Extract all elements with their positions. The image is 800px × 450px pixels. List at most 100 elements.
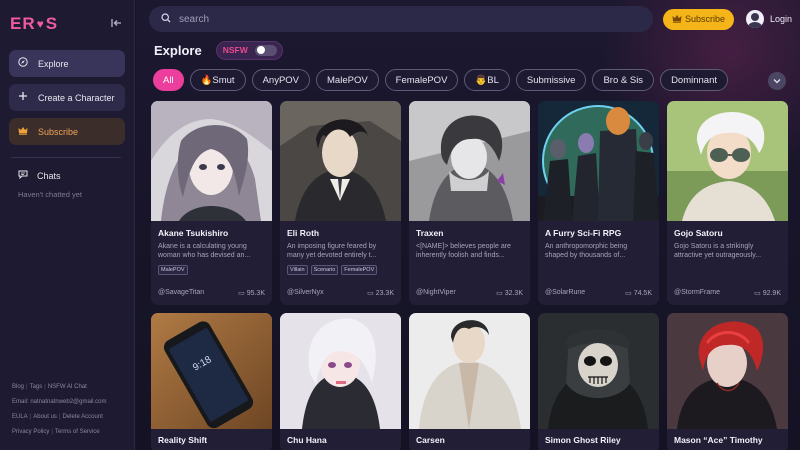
search-bar[interactable] [149,6,653,32]
sidebar-item-explore[interactable]: Explore [9,50,125,77]
character-image [409,313,530,429]
character-image [538,101,659,221]
tag-malepov[interactable]: MalePOV [316,69,379,91]
tag-bro-sis[interactable]: Bro & Sis [592,69,655,91]
chat-count: ▭ 92.9K [754,289,781,297]
footer-links: Blog | Tags | NSFW AI Chat Email: natnatnatn… [12,384,107,435]
character-name: Gojo Satoru [674,228,723,238]
chats-empty-text: Haven't chatted yet [18,190,82,199]
card-meta: @SavageTitan ▭ 95.3K [158,289,265,297]
character-image [151,101,272,221]
card-meta: @SilverNyx ▭ 23.3K [287,289,394,297]
sidebar-divider [11,157,121,158]
character-description: An anthropomorphic being shaped by thous… [545,243,628,259]
subscribe-button[interactable]: Subscribe [662,8,734,30]
character-description: Akane is a calculating young woman who h… [158,243,251,259]
card-meta: @StormFrame ▭ 92.9K [674,289,781,297]
plus-icon [18,91,28,104]
character-description: <[NAME]> believes people are inherently … [416,243,511,259]
chat-count-value: 23.3K [375,290,394,297]
chat-count-icon: ▭ [754,290,761,297]
card-meta: @NightViper ▭ 32.3K [416,289,523,297]
character-card[interactable]: Gojo Satoru Gojo Satoru is a strikingly … [667,101,788,305]
footer-link-about[interactable]: About us [33,414,57,420]
character-card[interactable]: Eli Roth An imposing figure feared by ma… [280,101,401,305]
character-tag-chip[interactable]: Scenario [310,265,339,275]
brand-logo[interactable]: ER ♥ S [10,14,58,34]
subscribe-button-label: Subscribe [684,14,725,24]
footer-link-nsfw-ai-chat[interactable]: NSFW AI Chat [48,384,87,390]
tag-smut[interactable]: 🔥Smut [189,69,246,91]
character-name: Traxen [416,228,444,238]
chat-count-value: 92.9K [762,290,781,297]
character-card[interactable]: Traxen <[NAME]> believes people are inhe… [409,101,530,305]
character-card[interactable]: 9:18 Reality Shift [151,313,272,450]
chevron-down-icon [773,79,781,84]
footer-link-terms[interactable]: Terms of Service [55,429,100,435]
character-image [667,101,788,221]
character-card[interactable]: Carsen [409,313,530,450]
chat-count: ▭ 23.3K [367,289,394,297]
creator-handle[interactable]: @SilverNyx [287,289,324,297]
chat-count-icon: ▭ [625,290,632,297]
character-card[interactable]: A Furry Sci-Fi RPG An anthropomorphic be… [538,101,659,305]
footer-link-eula[interactable]: EULA [12,414,28,420]
sidebar-item-subscribe[interactable]: Subscribe [9,118,125,145]
character-image [667,313,788,429]
tag-submissive[interactable]: Submissive [515,69,587,91]
tag-bl[interactable]: 👨BL [464,69,510,91]
character-name: Mason “Ace” Timothy [674,435,763,445]
main-content: Subscribe Login Explore NSFW All 🔥Smut A… [136,0,800,450]
collapse-sidebar-icon[interactable] [109,17,123,31]
creator-handle[interactable]: @SavageTitan [158,289,204,297]
character-card[interactable]: Chu Hana [280,313,401,450]
tag-anypov[interactable]: AnyPOV [251,69,311,91]
compass-icon [18,57,28,70]
crown-icon [18,126,28,138]
sidebar: ER ♥ S Explore Create a Character Subscrib… [0,0,135,450]
tag-dominnant[interactable]: Dominnant [660,69,729,91]
footer-link-tags[interactable]: Tags [30,384,43,390]
character-image [538,313,659,429]
creator-handle[interactable]: @StormFrame [674,289,720,297]
explore-header: Explore NSFW [154,40,283,60]
sidebar-item-label: Create a Character [38,92,115,103]
top-bar: Subscribe Login [149,6,792,32]
tag-femalepov[interactable]: FemalePOV [384,69,459,91]
footer-email[interactable]: Email: natnatnatnweb2@gmail.com [12,399,106,405]
page-title: Explore [154,42,202,58]
sidebar-item-create-character[interactable]: Create a Character [9,84,125,111]
nsfw-toggle[interactable]: NSFW [215,40,283,60]
chat-count-icon: ▭ [238,290,245,297]
character-name: Carsen [416,435,445,445]
toggle-switch[interactable] [254,44,277,56]
character-image [280,313,401,429]
nsfw-label: NSFW [222,45,248,55]
footer-link-blog[interactable]: Blog [12,384,24,390]
creator-handle[interactable]: @NightViper [416,289,456,297]
character-description: An imposing figure feared by many yet de… [287,243,377,259]
sidebar-item-chats[interactable]: Chats [9,170,125,181]
sidebar-item-label: Subscribe [38,126,79,137]
chat-count: ▭ 95.3K [238,289,265,297]
character-tag-chip[interactable]: Villain [287,265,308,275]
character-image [280,101,401,221]
footer-link-privacy[interactable]: Privacy Policy [12,429,49,435]
character-card[interactable]: Simon Ghost Riley [538,313,659,450]
footer-link-delete-account[interactable]: Delete Account [63,414,103,420]
character-tag-chip[interactable]: MalePOV [158,265,188,275]
logo-heart-icon: ♥ [36,17,45,31]
expand-tags-button[interactable] [768,72,786,90]
search-input[interactable] [179,13,619,25]
character-name: Eli Roth [287,228,320,238]
creator-handle[interactable]: @SolarRune [545,289,585,297]
character-card[interactable]: Mason “Ace” Timothy [667,313,788,450]
character-name: Chu Hana [287,435,327,445]
chat-count-value: 95.3K [246,290,265,297]
tag-all[interactable]: All [153,69,184,91]
character-card[interactable]: Akane Tsukishiro Akane is a calculating … [151,101,272,305]
login-button[interactable]: Login [745,10,792,28]
character-tag-chip[interactable]: FemalePOV [341,265,378,275]
chat-count: ▭ 32.3K [496,289,523,297]
logo-text-right: S [45,14,59,33]
